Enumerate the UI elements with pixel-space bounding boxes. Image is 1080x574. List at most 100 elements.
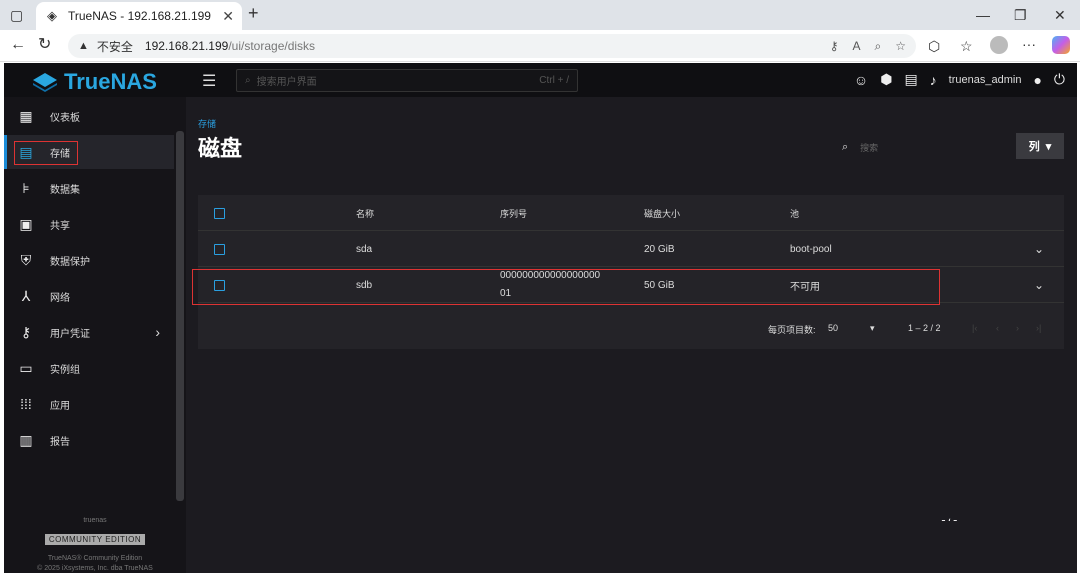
sidebar-item-apps[interactable]: ⁞⁞⁞ 应用 [4,387,174,421]
notifications-bell-icon[interactable]: ♪ [930,72,937,88]
password-key-icon[interactable]: ⚷ [830,39,839,53]
favorites-icon[interactable]: ☆ [960,38,973,54]
sidebar-item-shares[interactable]: ▣ 共享 [4,207,174,241]
first-page-icon[interactable]: |‹ [972,323,977,333]
username-label[interactable]: truenas_admin [949,74,1022,86]
hamburger-menu-icon[interactable]: ☰ [202,71,216,91]
sidebar-item-label: 报告 [50,436,70,448]
chevron-right-icon: › [155,324,160,340]
disk-filter-input[interactable]: ⌕ 搜索 [842,137,1012,157]
last-page-icon[interactable]: ›| [1036,323,1041,333]
sidebar-item-dashboard[interactable]: ▦ 仪表板 [4,99,174,133]
browser-tab[interactable]: ◈ TrueNAS - 192.168.21.199 ✕ [36,2,242,30]
highlight-box-sdb-row [192,269,940,305]
more-icon[interactable]: ··· [1022,36,1036,52]
sidebar-scrollbar[interactable] [176,131,184,501]
profile-avatar[interactable] [990,36,1008,54]
favorite-star-icon[interactable]: ☆ [895,39,906,53]
truecommand-icon[interactable]: ⬢ [880,71,892,88]
close-tab-icon[interactable]: ✕ [222,8,234,25]
disk-size: 20 GiB [644,243,675,255]
sidebar-item-credentials[interactable]: ⚷ 用户凭证 › [4,315,174,349]
prev-page-icon[interactable]: ‹ [996,323,999,333]
tab-title: TrueNAS - 192.168.21.199 [68,9,211,23]
new-tab-icon[interactable]: + [248,4,259,22]
logo-text: TrueNAS [64,69,157,94]
sidebar-item-label: 用户凭证 [50,328,90,340]
sidebar-item-datasets[interactable]: ⊧ 数据集 [4,171,174,205]
truenas-logo[interactable]: TrueNAS [32,69,157,95]
sidebar-item-network[interactable]: ⅄ 网络 [4,279,174,313]
sidebar-item-instances[interactable]: ▭ 实例组 [4,351,174,385]
sidebar-item-data-protection[interactable]: ⛨ 数据保护 [4,243,174,277]
extensions-icon[interactable]: ⬡ [928,38,940,54]
search-shortcut: Ctrl + / [539,75,569,86]
url-host[interactable]: 192.168.21.199 [145,39,228,53]
per-page-caret-icon[interactable]: ▾ [870,323,875,334]
sidebar-item-label: 共享 [50,220,70,232]
header-pool[interactable]: 池 [790,195,799,231]
sidebar-item-reports[interactable]: ▥ 报告 [4,423,174,457]
sidebar-item-label: 仪表板 [50,112,80,124]
disk-pool: boot-pool [790,243,832,255]
apps-grid-icon: ⁞⁞⁞ [20,396,32,412]
sidebar-item-label: 数据集 [50,184,80,196]
insecure-label[interactable]: 不安全 [97,38,133,55]
ime-indicator: ـ ، ـ [942,513,957,524]
table-header: 名称 序列号 磁盘大小 池 [198,195,1064,231]
sidebar-item-label: 应用 [50,400,70,412]
per-page-label: 每页项目数: [768,325,816,335]
copilot-icon[interactable] [1052,36,1070,54]
sidebar-item-label: 数据保护 [50,256,90,268]
truenas-favicon-icon: ◈ [47,8,57,23]
table-row[interactable]: sda 20 GiB boot-pool ⌄ [198,231,1064,267]
chart-icon: ▥ [19,431,33,448]
header-size[interactable]: 磁盘大小 [644,195,680,231]
read-aloud-icon[interactable]: A [852,39,860,53]
shares-icon: ▣ [19,215,33,232]
caret-down-icon: ▾ [1045,140,1052,153]
sidebar-footer: truenas COMMUNITY EDITION TrueNAS® Commu… [4,517,186,572]
zoom-icon[interactable]: ⌕ [875,39,882,54]
main-content: 存储 磁盘 ⌕ 搜索 列▾ 名称 序列号 磁盘大小 池 sda 20 GiB [186,97,1077,573]
account-circle-icon[interactable]: ● [1033,72,1041,88]
page-title: 磁盘 [198,136,243,161]
header-name[interactable]: 名称 [356,195,374,231]
sidebar-item-label: 网络 [50,292,70,304]
close-window-icon[interactable]: ✕ [1054,7,1066,23]
topbar-icons: ☺ ⬢ ▤ ♪ truenas_admin ● ⏻ [854,71,1065,88]
header-serial[interactable]: 序列号 [500,195,527,231]
truenas-logo-icon [33,73,57,92]
restore-icon[interactable]: ❐ [1014,7,1027,23]
jobs-clipboard-icon[interactable]: ▤ [904,71,917,88]
truenas-app: TrueNAS ☰ ⌕ 搜索用户界面 Ctrl + / ☺ ⬢ ▤ ♪ true… [4,63,1077,573]
url-path[interactable]: /ui/storage/disks [228,39,315,53]
address-bar[interactable]: ▲ 不安全 192.168.21.199 /ui/storage/disks ⚷… [68,34,916,58]
select-all-checkbox[interactable] [214,195,225,231]
network-icon: ⅄ [21,287,31,304]
community-edition-badge: COMMUNITY EDITION [44,534,146,545]
global-search-input[interactable]: ⌕ 搜索用户界面 Ctrl + / [236,69,578,92]
columns-button[interactable]: 列 ▾ [1016,133,1064,159]
columns-button-label: 列 [1028,141,1040,153]
datasets-icon: ⊧ [22,179,30,196]
top-bar: TrueNAS ☰ ⌕ 搜索用户界面 Ctrl + / ☺ ⬢ ▤ ♪ true… [4,63,1077,97]
power-icon[interactable]: ⏻ [1054,71,1065,88]
feedback-smile-icon[interactable]: ☺ [854,72,868,88]
expand-chevron-icon[interactable]: ⌄ [1034,267,1044,303]
footer-copyright: © 2025 iXsystems, Inc. dba TrueNAS [37,565,153,572]
reload-icon[interactable]: ↻ [38,37,51,53]
tab-actions-icon[interactable]: ▢ [10,7,23,23]
back-icon[interactable]: ← [10,37,26,53]
minimize-icon[interactable]: — [976,7,990,23]
tab-bar: ▢ ◈ TrueNAS - 192.168.21.199 ✕ + — ❐ ✕ [0,0,1080,30]
highlight-box-storage [14,141,78,165]
disk-filter-placeholder: 搜索 [860,142,879,153]
breadcrumb[interactable]: 存储 [198,117,216,130]
next-page-icon[interactable]: › [1016,323,1019,333]
expand-chevron-icon[interactable]: ⌄ [1034,231,1044,267]
warning-icon[interactable]: ▲ [78,40,89,52]
dashboard-icon: ▦ [19,107,33,124]
row-checkbox[interactable] [214,231,225,267]
per-page-select[interactable]: 50 [828,323,838,333]
